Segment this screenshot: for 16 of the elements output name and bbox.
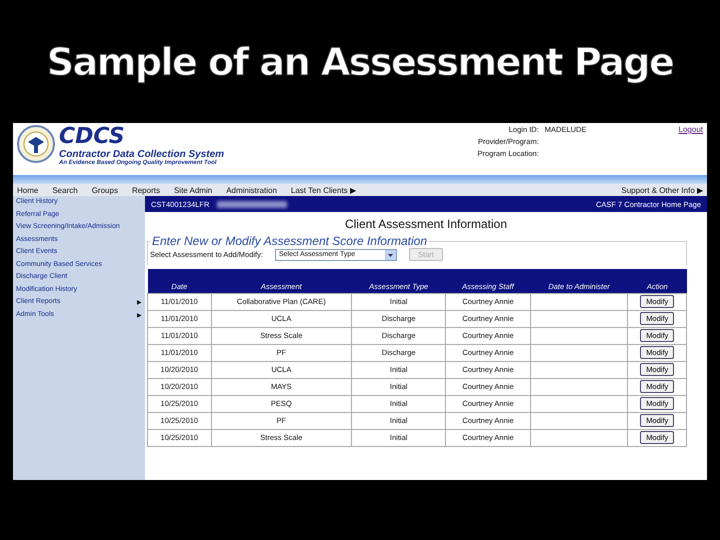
nav-item[interactable]: Reports: [132, 186, 160, 194]
nav-item[interactable]: Support & Other Info ▶: [621, 186, 703, 194]
caret-icon: [384, 250, 396, 260]
nav-item[interactable]: Groups: [92, 186, 118, 194]
system-name: Contractor Data Collection System: [59, 149, 224, 160]
logo-text: CDCS: [59, 125, 126, 149]
page-title: Client Assessment Information: [344, 216, 508, 233]
nav-item[interactable]: Home: [17, 186, 38, 194]
redaction-mark: [217, 200, 288, 208]
logout-link[interactable]: Logout: [678, 125, 703, 134]
slide-title: Sample of an Assessment Page: [46, 39, 674, 86]
nav-item[interactable]: Site Admin: [174, 186, 212, 194]
nav-item[interactable]: Last Ten Clients ▶: [290, 186, 356, 194]
fieldset-legend: Enter New or Modify Assessment Score Information: [150, 234, 429, 248]
nav-item[interactable]: Search: [52, 186, 78, 194]
nav-item[interactable]: Administration: [226, 186, 277, 194]
